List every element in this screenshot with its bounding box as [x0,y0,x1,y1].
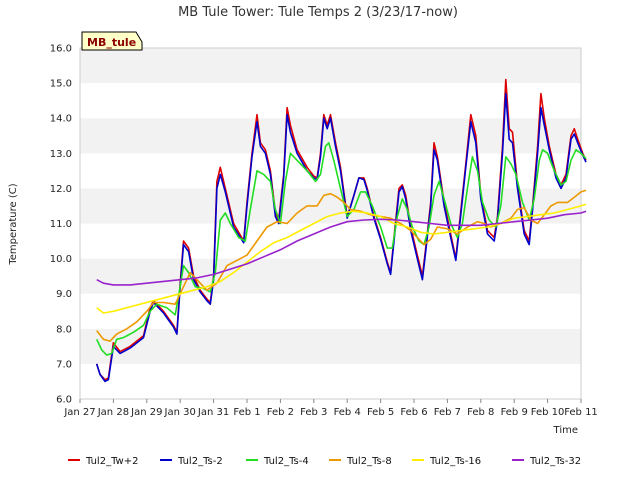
x-tick-label: Feb 11 [564,407,598,418]
x-tick-label: Jan 31 [197,407,229,418]
y-tick-label: 12.0 [50,184,72,195]
y-tick-label: 14.0 [50,114,72,125]
x-tick-label: Jan 28 [97,407,129,418]
x-tick-label: Feb 2 [267,407,294,418]
grid-band [80,223,581,259]
legend-label: Tul2_Ts-4 [263,456,309,467]
y-tick-label: 8.0 [56,324,72,335]
legend-label: Tul2_Ts-8 [346,456,392,467]
legend-label: Tul2_Ts-16 [429,456,481,467]
x-tick-label: Jan 29 [130,407,162,418]
legend-label: Tul2_Tw+2 [85,456,138,467]
y-tick-label: 7.0 [56,359,72,370]
legend-label: Tul2_Ts-32 [529,456,581,467]
x-tick-label: Feb 9 [501,407,528,418]
y-axis-label: Temperature (C) [8,183,19,265]
x-tick-label: Jan 27 [63,407,95,418]
y-tick-label: 11.0 [50,219,72,230]
grid-band [80,363,581,399]
grid-band [80,258,581,294]
y-axis-ticks: 6.0 7.0 8.0 9.0 10.0 11.0 12.0 13.0 14.0 15.0 16.0 [50,44,72,406]
x-tick-label: Feb 10 [531,407,565,418]
legend: Tul2_Tw+2 Tul2_Ts-2 Tul2_Ts-4 Tul2_Ts-8 Tul2… [68,456,581,467]
legend-label: Tul2_Ts-2 [177,456,223,467]
chart-title: MB Tule Tower: Tule Temps 2 (3/23/17-now… [178,5,458,20]
x-tick-label: Feb 7 [434,407,461,418]
x-tick-label: Feb 3 [300,407,327,418]
grid-band [80,48,581,84]
y-tick-label: 16.0 [50,44,72,55]
x-tick-label: Feb 8 [467,407,494,418]
station-badge: MB_tule [81,31,143,51]
x-tick-label: Jan 30 [164,407,196,418]
x-tick-label: Feb 5 [367,407,394,418]
grid-band [80,293,581,329]
x-tick-label: Feb 1 [233,407,260,418]
x-axis-ticks: Jan 27 Jan 28 Jan 29 Jan 30 Jan 31 Feb 1 Feb 2… [63,399,598,418]
y-tick-label: 6.0 [56,395,72,406]
x-tick-label: Feb 4 [334,407,361,418]
y-tick-label: 15.0 [50,79,72,90]
y-tick-label: 9.0 [56,289,72,300]
badge-label: MB_tule [87,36,136,49]
y-tick-label: 13.0 [50,149,72,160]
y-tick-label: 10.0 [50,254,72,265]
x-axis-label: Time [553,425,578,436]
line-chart: MB Tule Tower: Tule Temps 2 (3/23/17-now… [8,5,598,467]
grid-band [80,328,581,364]
x-tick-label: Feb 6 [400,407,427,418]
